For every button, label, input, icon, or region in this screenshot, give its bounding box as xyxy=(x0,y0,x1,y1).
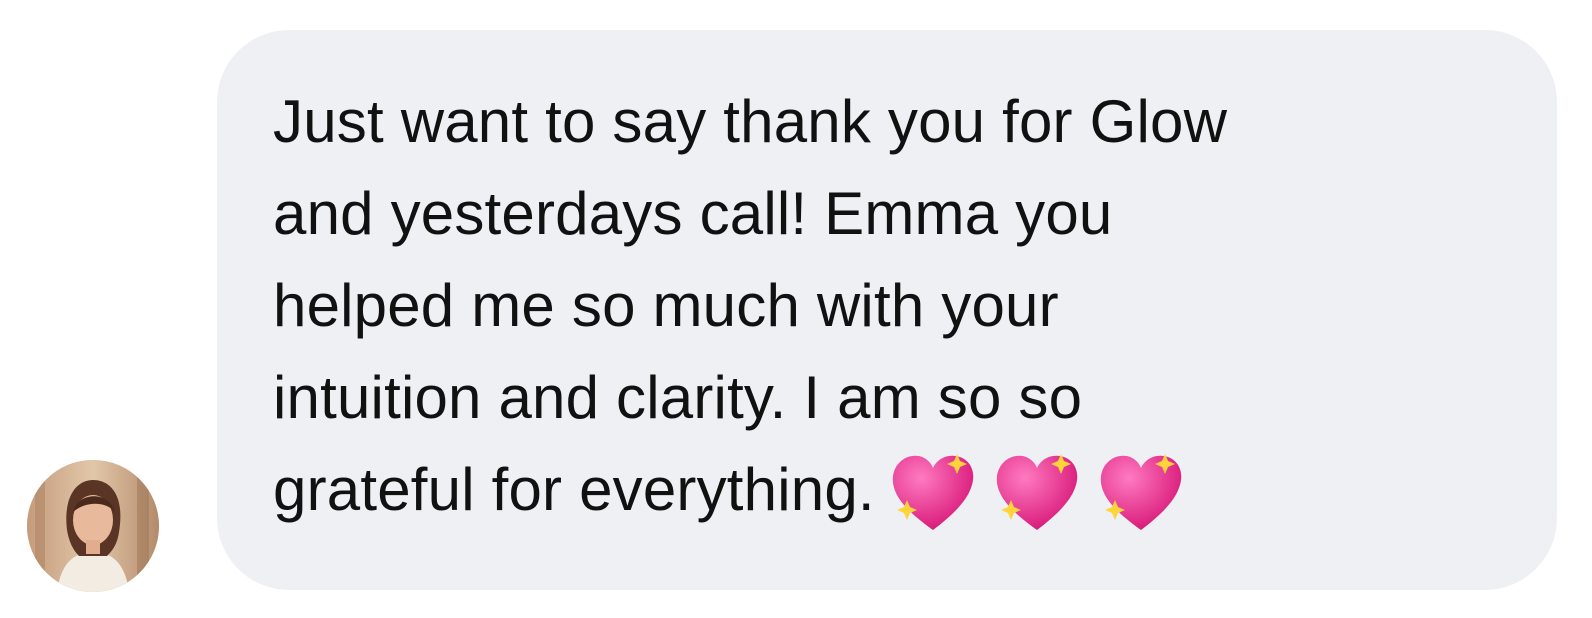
message-line: helped me so much with your xyxy=(273,272,1059,339)
message-line-text: grateful for everything. xyxy=(273,456,875,523)
sparkling-heart-icon xyxy=(1100,454,1182,531)
message-row: Just want to say thank you for Glow and … xyxy=(0,0,1592,618)
emoji-group xyxy=(885,442,1197,534)
profile-photo-icon xyxy=(27,460,159,592)
message-line: and yesterdays call! Emma you xyxy=(273,180,1113,247)
message-text: Just want to say thank you for Glow and … xyxy=(273,76,1497,536)
message-line-last: grateful for everything. xyxy=(273,444,1497,536)
message-line: Just want to say thank you for Glow xyxy=(273,88,1228,155)
sparkling-heart-icon xyxy=(892,454,974,531)
sparkling-heart-icon xyxy=(996,454,1078,531)
sender-avatar[interactable] xyxy=(27,460,159,592)
message-bubble[interactable]: Just want to say thank you for Glow and … xyxy=(217,30,1557,590)
message-line: intuition and clarity. I am so so xyxy=(273,364,1083,431)
